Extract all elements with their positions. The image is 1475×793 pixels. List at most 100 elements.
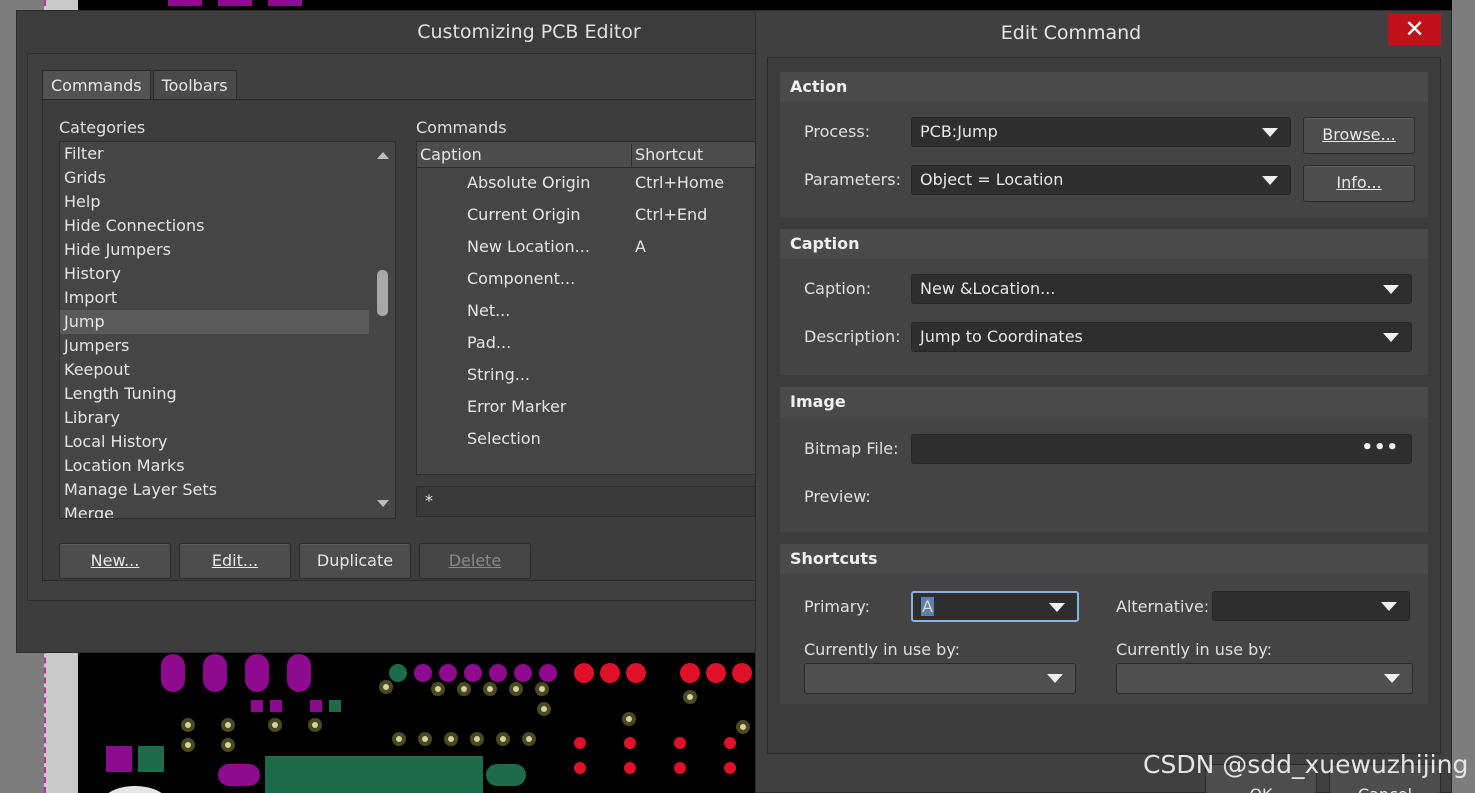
category-item[interactable]: Hide Jumpers [60, 238, 369, 262]
pcb-via [379, 680, 393, 694]
table-row[interactable]: Selection [417, 425, 759, 457]
table-row[interactable]: String... [417, 361, 759, 393]
column-header-shortcut[interactable]: Shortcut [635, 145, 703, 164]
table-row[interactable]: New Location... A [417, 233, 759, 265]
action-section-header: Action [780, 72, 1428, 102]
category-item[interactable]: Keepout [60, 358, 369, 382]
edit-command-dialog: Edit Command ✕ Action Process: PCB:Jump … [755, 10, 1452, 793]
categories-scrollbar[interactable] [371, 142, 395, 518]
chevron-down-icon[interactable] [1383, 285, 1399, 294]
browse-dots-icon[interactable]: ••• [1361, 435, 1399, 461]
category-item[interactable]: Jumpers [60, 334, 369, 358]
chevron-down-icon[interactable] [1383, 333, 1399, 342]
chevron-down-icon[interactable] [1384, 674, 1400, 683]
edit-button[interactable]: Edit... [179, 543, 291, 579]
pcb-pad [161, 654, 185, 692]
command-shortcut: Ctrl+Home [635, 173, 725, 192]
pcb-pad [203, 654, 227, 692]
new-button-label: New... [90, 551, 140, 570]
chevron-down-icon[interactable] [1381, 602, 1397, 611]
pcb-pad [414, 664, 432, 682]
category-item[interactable]: Grids [60, 166, 369, 190]
category-item[interactable]: Local History [60, 430, 369, 454]
pcb-pad [245, 654, 269, 692]
category-item[interactable]: Merge [60, 502, 369, 518]
description-combo[interactable]: Jump to Coordinates [911, 322, 1412, 352]
new-button[interactable]: New... [59, 543, 171, 579]
table-row[interactable]: Absolute Origin Ctrl+Home [417, 169, 759, 201]
chevron-down-icon[interactable] [1262, 176, 1278, 185]
command-caption: Current Origin [467, 205, 581, 224]
chevron-down-icon[interactable] [1049, 603, 1065, 612]
in-use-by-combo-alternative[interactable] [1116, 663, 1413, 694]
scroll-thumb[interactable] [377, 270, 388, 316]
process-combo[interactable]: PCB:Jump [911, 117, 1291, 147]
tab-toolbars[interactable]: Toolbars [152, 70, 237, 102]
pcb-via [444, 732, 458, 746]
pcb-pad [310, 700, 322, 712]
command-shortcut: A [635, 237, 646, 256]
pcb-via [483, 682, 497, 696]
pcb-via [418, 732, 432, 746]
caption-combo[interactable]: New &Location... [911, 274, 1412, 304]
category-item[interactable]: Jump [60, 310, 369, 334]
table-row[interactable]: Net... [417, 297, 759, 329]
pcb-pad [138, 746, 164, 772]
category-item[interactable]: Library [60, 406, 369, 430]
pcb-via [268, 718, 282, 732]
scroll-down-icon[interactable] [377, 500, 389, 507]
info-button[interactable]: Info... [1303, 165, 1415, 202]
chevron-down-icon[interactable] [1047, 674, 1063, 683]
chevron-down-icon[interactable] [1262, 128, 1278, 137]
command-caption: Net... [467, 301, 511, 320]
delete-button-label: Delete [448, 551, 502, 570]
pcb-via [431, 682, 445, 696]
pcb-pad [574, 737, 586, 749]
pcb-pad [724, 762, 736, 774]
column-header-caption[interactable]: Caption [420, 145, 482, 164]
scroll-up-icon[interactable] [377, 152, 389, 159]
description-value: Jump to Coordinates [920, 327, 1083, 346]
in-use-by-label-alternative: Currently in use by: [1116, 640, 1273, 659]
edit-command-title: Edit Command [1000, 22, 1142, 44]
commands-label: Commands [416, 118, 507, 137]
table-row[interactable]: Error Marker [417, 393, 759, 425]
pcb-pad [574, 762, 586, 774]
category-item[interactable]: Import [60, 286, 369, 310]
commands-table: Caption Shortcut Absolute Origin Ctrl+Hom… [416, 141, 759, 475]
edit-command-body: Action Process: PCB:Jump Browse... Param… [767, 57, 1441, 754]
category-item[interactable]: History [60, 262, 369, 286]
alternative-label: Alternative: [1116, 597, 1210, 616]
pcb-pad [268, 0, 302, 6]
command-caption: Pad... [467, 333, 512, 352]
category-item[interactable]: Location Marks [60, 454, 369, 478]
table-row[interactable]: Component... [417, 265, 759, 297]
pcb-via [496, 732, 510, 746]
in-use-by-combo-primary[interactable] [804, 663, 1076, 694]
pcb-via [470, 732, 484, 746]
category-item[interactable]: Hide Connections [60, 214, 369, 238]
duplicate-button[interactable]: Duplicate [299, 543, 411, 579]
browse-button[interactable]: Browse... [1303, 117, 1415, 154]
bitmap-file-input[interactable]: ••• [911, 434, 1412, 464]
primary-label: Primary: [804, 597, 871, 616]
table-row[interactable]: Current Origin Ctrl+End [417, 201, 759, 233]
column-separator[interactable] [631, 144, 632, 166]
category-item[interactable]: Help [60, 190, 369, 214]
pcb-via [683, 690, 697, 704]
commands-filter-input[interactable]: * [416, 486, 759, 517]
category-item[interactable]: Filter [60, 142, 369, 166]
pcb-pad [674, 737, 686, 749]
command-caption: Selection [467, 429, 541, 448]
primary-shortcut-combo[interactable]: A [911, 591, 1079, 622]
category-item[interactable]: Manage Layer Sets [60, 478, 369, 502]
image-section: Bitmap File: ••• Preview: [780, 417, 1428, 532]
categories-list[interactable]: Filter Grids Help Hide Connections Hide Jump… [59, 141, 396, 519]
table-row[interactable]: Pad... [417, 329, 759, 361]
parameters-combo[interactable]: Object = Location [911, 165, 1291, 195]
alternative-shortcut-combo[interactable] [1212, 591, 1410, 621]
pcb-pad [626, 663, 646, 683]
pcb-pad [680, 663, 700, 683]
category-item[interactable]: Length Tuning [60, 382, 369, 406]
close-button[interactable]: ✕ [1388, 13, 1441, 45]
